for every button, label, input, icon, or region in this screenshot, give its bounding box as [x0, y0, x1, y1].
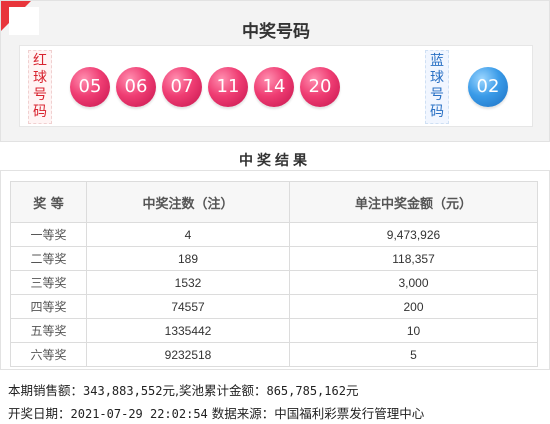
sales-value: 343,883,552 [83, 384, 163, 398]
pool-value: 865,785,162 [266, 384, 346, 398]
prize-amount: 10 [289, 318, 538, 343]
winning-numbers-title: 中奖号码 [242, 22, 310, 42]
draw-date: 2021-07-29 22:02:54 [70, 407, 208, 421]
red-ball-2: 06 [116, 67, 156, 107]
red-ball-6: 20 [300, 67, 340, 107]
results-table: 奖 等 中奖注数（注） 单注中奖金额（元） 一等奖 4 9,473,926 二等… [10, 181, 538, 367]
sales-label: 本期销售额： [8, 383, 84, 398]
winner-count: 1532 [86, 270, 290, 295]
prize-level: 四等奖 [10, 294, 87, 319]
data-source: 中国福利彩票发行管理中心 [274, 406, 425, 421]
table-row: 四等奖 74557 200 [10, 294, 538, 319]
red-ball-5: 14 [254, 67, 294, 107]
results-panel: 奖 等 中奖注数（注） 单注中奖金额（元） 一等奖 4 9,473,926 二等… [0, 170, 550, 370]
prize-level: 五等奖 [10, 318, 87, 343]
pool-label: 元,奖池累计金额： [162, 383, 267, 398]
column-header-count: 中奖注数（注） [86, 181, 290, 223]
prize-amount: 3,000 [289, 270, 538, 295]
prize-level: 一等奖 [10, 222, 87, 247]
date-label: 开奖日期： [8, 406, 71, 421]
red-ball-4: 11 [208, 67, 248, 107]
red-ball-3: 07 [162, 67, 202, 107]
sales-info: 本期销售额：343,883,552元,奖池累计金额：865,785,162元 [8, 380, 358, 399]
column-header-level: 奖 等 [10, 181, 87, 223]
prize-level: 三等奖 [10, 270, 87, 295]
red-ball-label: 红 球 号 码 [28, 50, 52, 124]
winner-count: 1335442 [86, 318, 290, 343]
winner-count: 74557 [86, 294, 290, 319]
prize-amount: 200 [289, 294, 538, 319]
table-row: 六等奖 9232518 5 [10, 342, 538, 367]
winner-count: 189 [86, 246, 290, 271]
prize-amount: 9,473,926 [289, 222, 538, 247]
prize-level: 六等奖 [10, 342, 87, 367]
table-row: 五等奖 1335442 10 [10, 318, 538, 343]
red-ball-1: 05 [70, 67, 110, 107]
prize-amount: 118,357 [289, 246, 538, 271]
draw-info: 开奖日期：2021-07-29 22:02:54 数据来源：中国福利彩票发行管理… [8, 403, 424, 422]
winning-numbers-panel: 中奖号码 红 球 号 码 05 06 07 11 14 20 蓝 球 号 码 0… [0, 0, 550, 142]
results-title: 中奖结果 [239, 153, 311, 169]
source-label: 数据来源： [211, 406, 275, 421]
column-header-amount: 单注中奖金额（元） [289, 181, 538, 223]
prize-amount: 5 [289, 342, 538, 367]
balls-panel: 红 球 号 码 05 06 07 11 14 20 蓝 球 号 码 02 [19, 45, 533, 127]
table-header-row: 奖 等 中奖注数（注） 单注中奖金额（元） [10, 181, 538, 223]
table-row: 三等奖 1532 3,000 [10, 270, 538, 295]
pool-unit: 元 [345, 383, 359, 398]
winner-count: 4 [86, 222, 290, 247]
winner-count: 9232518 [86, 342, 290, 367]
table-row: 一等奖 4 9,473,926 [10, 222, 538, 247]
prize-level: 二等奖 [10, 246, 87, 271]
blue-ball-label: 蓝 球 号 码 [425, 50, 449, 124]
table-row: 二等奖 189 118,357 [10, 246, 538, 271]
blue-ball: 02 [468, 67, 508, 107]
